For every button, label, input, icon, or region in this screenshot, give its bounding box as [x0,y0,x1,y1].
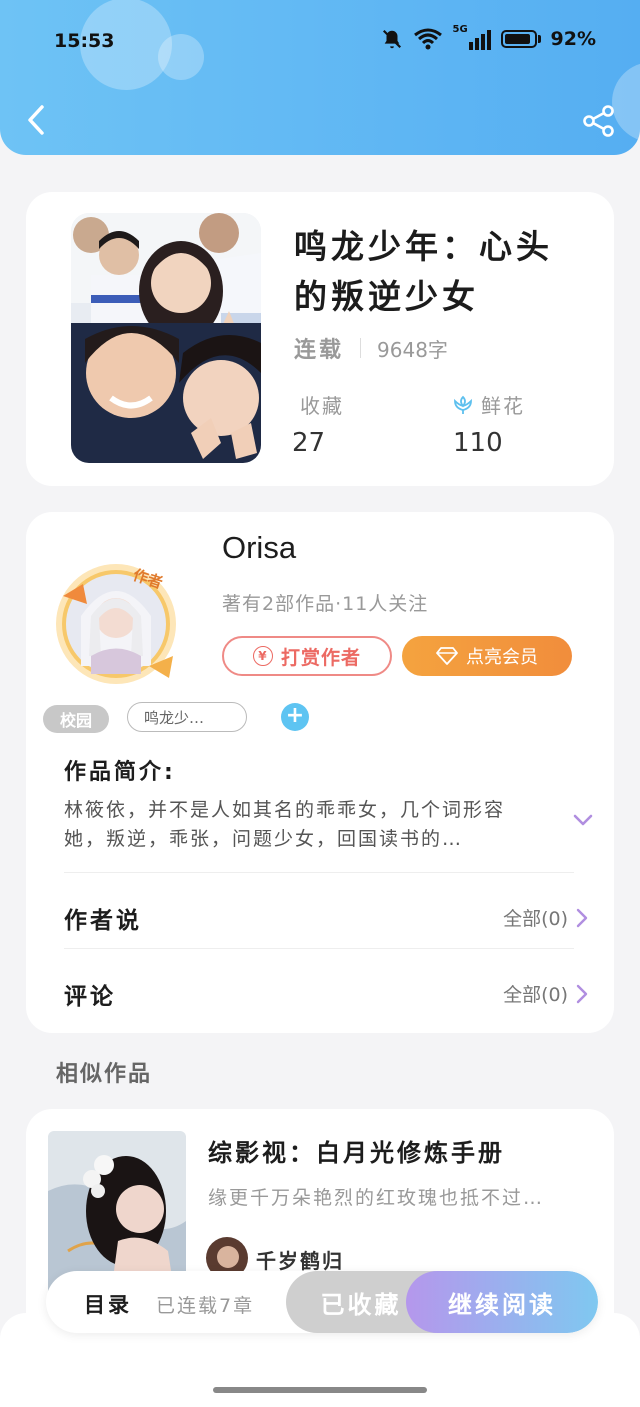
signal-icon: 5G [453,24,491,50]
similar-author-name: 千岁鹤归_ [256,1249,356,1273]
mute-icon [382,29,401,49]
book-meta: 连载 9648字 [294,332,448,364]
similar-section-title: 相似作品 [56,1062,153,1087]
keyword-tag[interactable]: 鸣龙少… [127,702,247,732]
serial-status: 连载 [294,338,345,363]
yen-icon: ¥ [252,646,273,666]
reward-label: 打赏作者 [280,646,361,669]
back-icon[interactable] [22,102,52,138]
intro-text[interactable]: 林筱依，并不是人如其名的乖乖女，几个词形容她，叛逆，乖张，问题少女，回国读书的… [64,796,540,852]
toc-label: 目录 [84,1293,132,1317]
chevron-right-icon [576,984,588,1003]
add-tag-button[interactable]: + [281,703,309,731]
decor-bubble [612,62,640,142]
home-indicator [213,1387,427,1393]
author-info: 著有2部作品·11人关注 [222,593,429,615]
intro-title: 作品简介: [64,760,176,785]
comments-count: 全部(0) [503,984,568,1006]
favorites-label: 收藏 [300,394,344,418]
flowers-count: 110 [453,428,503,458]
chapter-count: 已连载7章 [156,1295,255,1317]
status-bar: 15:53 5G 92% [0,24,640,56]
similar-book-desc: 缘更千万朵艳烈的红玫瑰也抵不过… [208,1187,545,1209]
chevron-down-icon[interactable] [571,810,595,830]
share-icon[interactable] [582,104,616,138]
author-says-all[interactable]: 全部(0) [503,904,588,931]
vip-button[interactable]: 点亮会员 [402,636,572,676]
author-name[interactable]: Orisa [222,530,296,566]
similar-book-title[interactable]: 综影视：白月光修炼手册 [208,1133,505,1168]
comments-label: 评论 [64,984,116,1010]
clock: 15:53 [54,30,115,52]
author-card: 作者 Orisa 著有2部作品·11人关注 ¥ 打赏作者 点亮会员 校园 鸣龙少… [26,512,614,1033]
category-tag[interactable]: 校园 [43,705,109,733]
word-count: 9648字 [377,337,448,362]
battery-icon [500,30,541,48]
comments-all[interactable]: 全部(0) [503,980,588,1007]
wifi-icon [413,28,442,50]
author-says-label: 作者说 [64,908,142,934]
header: 15:53 5G 92% [0,0,640,155]
chevron-right-icon [576,908,588,927]
flowers-label: 鲜花 [481,394,525,418]
action-bar: 目录 已连载7章 已收藏 继续阅读 [46,1271,598,1333]
reward-author-button[interactable]: ¥ 打赏作者 [222,636,392,676]
diamond-icon [436,647,458,665]
author-avatar[interactable]: 作者 [51,556,181,686]
divider [64,872,574,873]
book-title: 鸣龙少年：心头的叛逆少女 [294,227,553,316]
vip-label: 点亮会员 [466,647,538,668]
book-cover[interactable] [71,213,261,463]
continue-reading-button[interactable]: 继续阅读 [406,1271,598,1333]
flower-icon [454,395,472,414]
favorites-count: 27 [292,428,326,458]
battery-text: 92% [550,28,596,50]
meta-divider [360,338,362,358]
flowers-stat[interactable]: 鲜花 [451,390,525,419]
author-says-count: 全部(0) [503,908,568,930]
book-info-card: 鸣龙少年：心头的叛逆少女 连载 9648字 收藏 27 鲜花 110 [26,192,614,486]
divider [64,948,574,949]
